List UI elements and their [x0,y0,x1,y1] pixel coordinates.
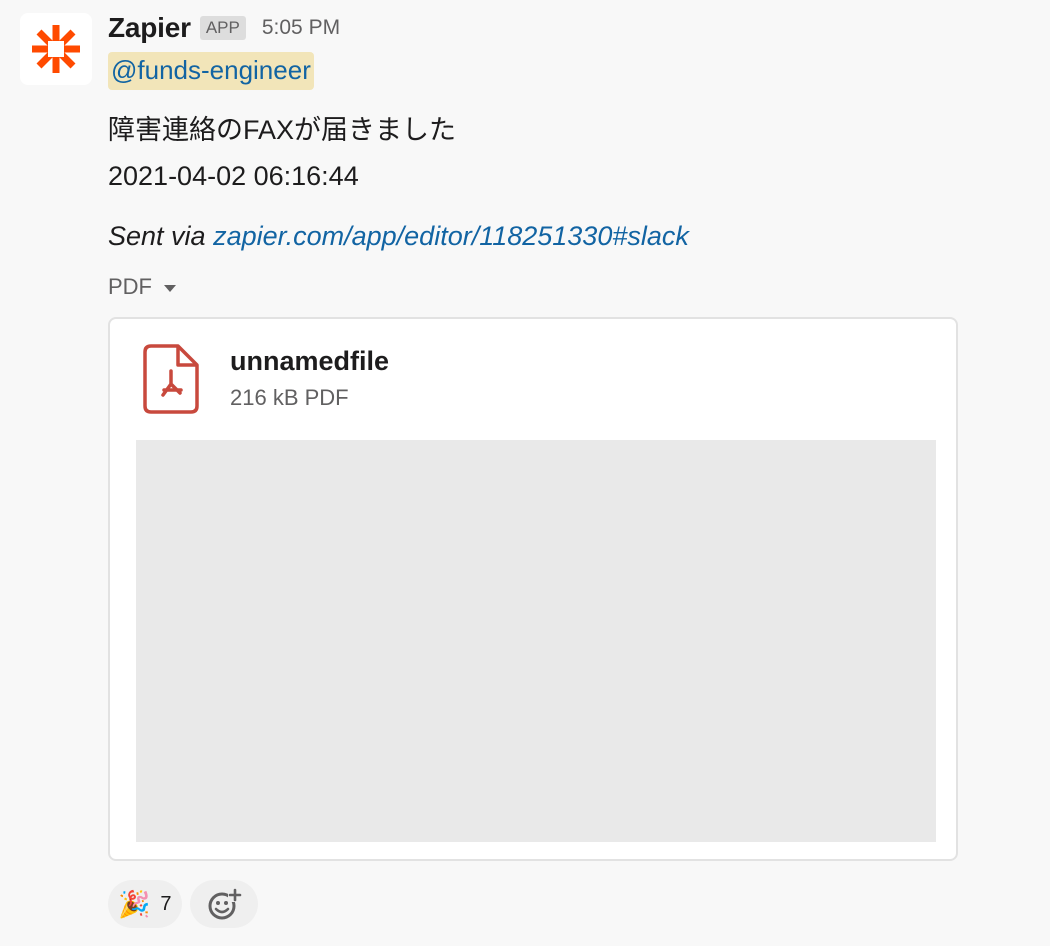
file-attachment-card[interactable]: unnamedfile 216 kB PDF [108,317,958,861]
message-timestamp[interactable]: 5:05 PM [262,16,340,40]
add-reaction-button[interactable] [189,880,258,928]
message-header: Zapier APP 5:05 PM [108,10,340,46]
sent-via-line: Sent via zapier.com/app/editor/118251330… [108,218,689,254]
file-meta: 216 kB PDF [230,385,349,410]
app-badge: APP [199,16,246,40]
user-mention[interactable]: @funds-engineer [108,52,314,90]
message-text-line: 2021-04-02 06:16:44 [108,161,359,191]
zapier-editor-link[interactable]: zapier.com/app/editor/118251330#slack [213,221,689,251]
reaction-count: 7 [160,892,172,915]
file-collapse-toggle[interactable]: PDF [108,274,176,300]
pdf-file-icon [143,343,201,420]
message: Zapier APP 5:05 PM @funds-engineer 障害連絡の… [0,0,1050,946]
sender-name[interactable]: Zapier [108,12,191,44]
zapier-logo-icon [32,25,80,73]
caret-down-icon [164,284,176,292]
message-text-line: 障害連絡のFAXが届きました [108,115,457,145]
party-popper-icon: 🎉 [118,889,151,919]
add-emoji-icon [208,888,242,920]
sent-via-prefix: Sent via [108,221,214,251]
file-type-label: PDF [108,274,152,299]
file-preview[interactable] [136,440,936,842]
reaction-bar: 🎉 7 [108,880,266,928]
reaction-party-popper[interactable]: 🎉 7 [108,880,182,928]
zapier-avatar[interactable] [20,13,92,85]
file-name[interactable]: unnamedfile [230,343,389,379]
